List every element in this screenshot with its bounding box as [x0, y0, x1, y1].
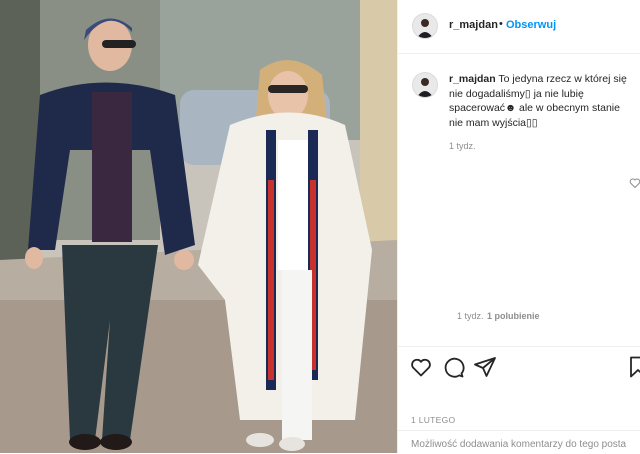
username-link[interactable]: r_majdan [449, 19, 498, 31]
follow-button[interactable]: Obserwuj [506, 19, 556, 31]
reply-time[interactable]: 1 tydz. [457, 311, 484, 321]
comment-icon[interactable] [441, 355, 465, 379]
heart-icon[interactable] [409, 355, 433, 379]
share-icon[interactable] [473, 355, 497, 379]
comments-disabled-text: Możliwość dodawania komentarzy do tego p… [411, 439, 627, 450]
photo-illustration [0, 0, 397, 453]
reply-likes[interactable]: 1 polubienie [487, 311, 540, 321]
bookmark-icon[interactable] [626, 355, 640, 379]
comment-like-heart-icon[interactable] [629, 176, 640, 189]
post-photo [0, 0, 397, 453]
post-date[interactable]: 1 LUTEGO [411, 415, 455, 425]
post-header: r_majdan • Obserwuj [398, 0, 640, 54]
avatar[interactable] [412, 13, 438, 39]
post-side-panel: r_majdan • Obserwuj r_majdan To jedyna r… [397, 0, 640, 453]
post-caption: r_majdan To jedyna rzecz w której się ni… [449, 72, 635, 130]
action-bar [398, 346, 640, 387]
caption-avatar[interactable] [412, 72, 438, 98]
comment-bar: Możliwość dodawania komentarzy do tego p… [398, 430, 640, 454]
caption-time[interactable]: 1 tydz. [449, 141, 476, 151]
separator-dot: • [499, 18, 503, 30]
caption-username[interactable]: r_majdan [449, 73, 496, 85]
